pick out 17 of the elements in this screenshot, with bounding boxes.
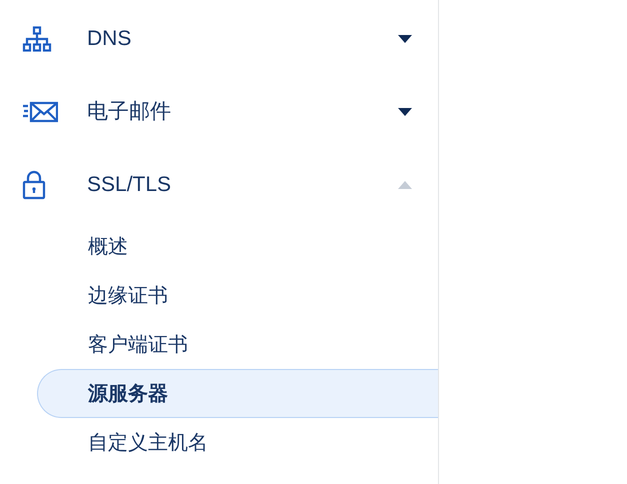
section-label: 电子邮件 <box>87 98 172 125</box>
envelope-icon <box>22 100 58 122</box>
nav-subitem[interactable]: 自定义主机名 <box>37 418 438 467</box>
lock-icon <box>22 170 46 200</box>
caret-up-icon <box>398 180 412 188</box>
section-label: SSL/TLS <box>87 172 172 198</box>
nav-section-header[interactable]: 电子邮件 <box>0 75 438 148</box>
caret-down-icon <box>398 108 412 116</box>
sitemap-icon <box>22 26 52 52</box>
section-label: DNS <box>87 26 132 52</box>
nav-section-header[interactable]: SSL/TLS <box>0 148 438 221</box>
nav-subitem[interactable]: 概述 <box>37 222 438 271</box>
nav-section-header[interactable]: DNS <box>0 2 438 75</box>
nav-subitem[interactable]: 客户端证书 <box>37 320 438 369</box>
nav-subitem[interactable]: 源服务器 <box>37 369 438 418</box>
caret-down-icon <box>398 34 412 42</box>
nav-subitem[interactable]: 边缘证书 <box>37 271 438 320</box>
